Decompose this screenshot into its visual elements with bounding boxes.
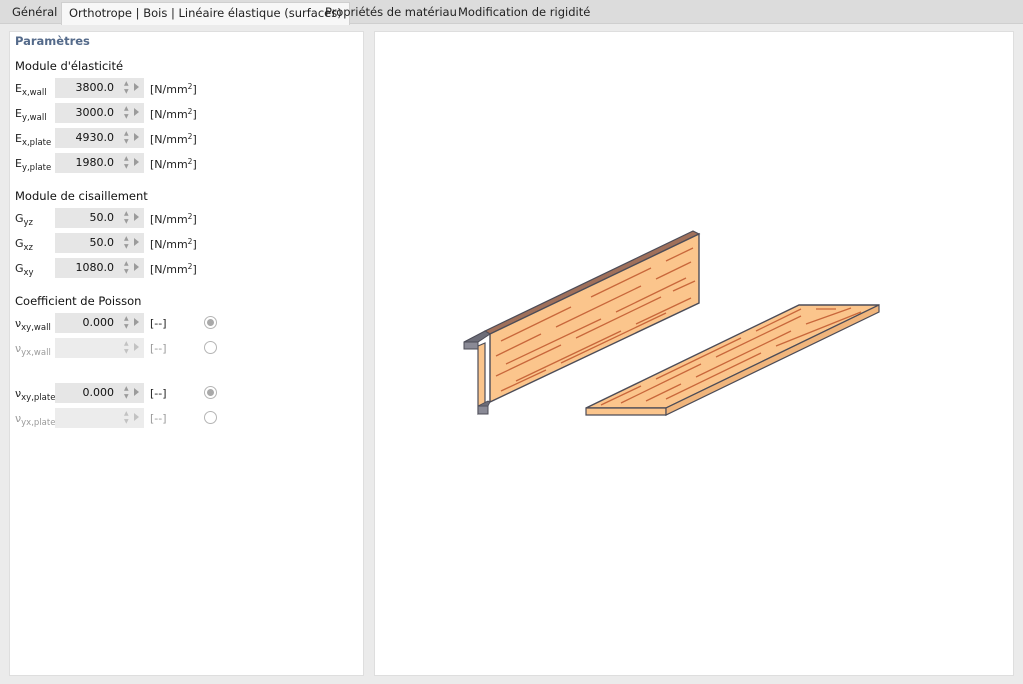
- nu-yx-plate-input[interactable]: ▲ ▼: [55, 408, 144, 428]
- unit-label: [N/mm2]: [150, 262, 197, 276]
- spinner-icon[interactable]: ▲ ▼: [122, 315, 132, 331]
- nu-yx-wall-radio[interactable]: [204, 341, 217, 354]
- arrow-right-icon[interactable]: [134, 263, 139, 271]
- unit-label: [--]: [150, 387, 167, 400]
- spinner-icon[interactable]: ▲ ▼: [122, 105, 132, 121]
- param-row-nu-yx-plate: νyx,plate ▲ ▼ [--]: [10, 408, 365, 428]
- spinner-icon[interactable]: ▲ ▼: [122, 80, 132, 96]
- unit-label: [N/mm2]: [150, 212, 197, 226]
- param-symbol: Ex,plate: [15, 132, 52, 148]
- arrow-right-icon[interactable]: [134, 343, 139, 351]
- param-row-gxy: Gxy 1080.0 ▲ ▼ [N/mm2]: [10, 258, 365, 278]
- param-symbol: νxy,plate: [15, 387, 56, 403]
- spinner-icon[interactable]: ▲ ▼: [122, 155, 132, 171]
- preview-panel: [374, 31, 1014, 676]
- spinner-icon[interactable]: ▲ ▼: [122, 210, 132, 226]
- parameters-panel: Paramètres Module d'élasticité Ex,wall 3…: [9, 31, 364, 676]
- param-symbol: Gyz: [15, 212, 34, 228]
- param-symbol: Ey,wall: [15, 107, 47, 123]
- gxz-input[interactable]: 50.0 ▲ ▼: [55, 233, 144, 253]
- arrow-right-icon[interactable]: [134, 83, 139, 91]
- ey-wall-input[interactable]: 3000.0 ▲ ▼: [55, 103, 144, 123]
- shear-group-label: Module de cisaillement: [15, 189, 148, 203]
- unit-label: [N/mm2]: [150, 132, 197, 146]
- tab-general[interactable]: Général: [5, 2, 64, 24]
- spinner-icon[interactable]: ▲ ▼: [122, 260, 132, 276]
- ex-plate-input[interactable]: 4930.0 ▲ ▼: [55, 128, 144, 148]
- param-symbol: νyx,wall: [15, 342, 51, 358]
- param-symbol: νyx,plate: [15, 412, 56, 428]
- arrow-right-icon[interactable]: [134, 318, 139, 326]
- unit-label: [N/mm2]: [150, 82, 197, 96]
- param-row-ex-plate: Ex,plate 4930.0 ▲ ▼ [N/mm2]: [10, 128, 365, 148]
- param-row-ey-plate: Ey,plate 1980.0 ▲ ▼ [N/mm2]: [10, 153, 365, 173]
- arrow-right-icon[interactable]: [134, 133, 139, 141]
- arrow-right-icon[interactable]: [134, 158, 139, 166]
- nu-xy-wall-radio[interactable]: [204, 316, 217, 329]
- unit-label: [--]: [150, 317, 167, 330]
- spinner-icon[interactable]: ▲ ▼: [122, 385, 132, 401]
- unit-label: [N/mm2]: [150, 237, 197, 251]
- tab-material-properties[interactable]: Propriétés de matériau: [318, 2, 464, 24]
- param-row-nu-yx-wall: νyx,wall ▲ ▼ [--]: [10, 338, 365, 358]
- param-row-ey-wall: Ey,wall 3000.0 ▲ ▼ [N/mm2]: [10, 103, 365, 123]
- arrow-right-icon[interactable]: [134, 238, 139, 246]
- spinner-icon[interactable]: ▲ ▼: [122, 235, 132, 251]
- ex-wall-input[interactable]: 3800.0 ▲ ▼: [55, 78, 144, 98]
- param-symbol: Gxy: [15, 262, 34, 278]
- param-row-nu-xy-plate: νxy,plate 0.000 ▲ ▼ [--]: [10, 383, 365, 403]
- param-row-ex-wall: Ex,wall 3800.0 ▲ ▼ [N/mm2]: [10, 78, 365, 98]
- nu-xy-plate-radio[interactable]: [204, 386, 217, 399]
- arrow-right-icon[interactable]: [134, 108, 139, 116]
- gyz-input[interactable]: 50.0 ▲ ▼: [55, 208, 144, 228]
- nu-yx-wall-input[interactable]: ▲ ▼: [55, 338, 144, 358]
- tab-orthotropic[interactable]: Orthotrope | Bois | Linéaire élastique (…: [61, 2, 350, 25]
- nu-xy-plate-input[interactable]: 0.000 ▲ ▼: [55, 383, 144, 403]
- nu-xy-wall-input[interactable]: 0.000 ▲ ▼: [55, 313, 144, 333]
- clt-panels-illustration-icon: [463, 230, 880, 416]
- section-title: Paramètres: [15, 34, 90, 48]
- param-row-nu-xy-wall: νxy,wall 0.000 ▲ ▼ [--]: [10, 313, 365, 333]
- param-symbol: Ey,plate: [15, 157, 52, 173]
- ey-plate-input[interactable]: 1980.0 ▲ ▼: [55, 153, 144, 173]
- unit-label: [N/mm2]: [150, 107, 197, 121]
- tab-stiffness-modification[interactable]: Modification de rigidité: [451, 2, 597, 24]
- spinner-icon[interactable]: ▲ ▼: [122, 410, 132, 426]
- param-symbol: νxy,wall: [15, 317, 51, 333]
- spinner-icon[interactable]: ▲ ▼: [122, 130, 132, 146]
- tab-bar: Général Orthotrope | Bois | Linéaire éla…: [0, 0, 1023, 25]
- unit-label: [N/mm2]: [150, 157, 197, 171]
- arrow-right-icon[interactable]: [134, 388, 139, 396]
- poisson-group-label: Coefficient de Poisson: [15, 294, 142, 308]
- arrow-right-icon[interactable]: [134, 413, 139, 421]
- unit-label: [--]: [150, 342, 167, 355]
- param-symbol: Gxz: [15, 237, 34, 253]
- unit-label: [--]: [150, 412, 167, 425]
- param-symbol: Ex,wall: [15, 82, 47, 98]
- spinner-icon[interactable]: ▲ ▼: [122, 340, 132, 356]
- arrow-right-icon[interactable]: [134, 213, 139, 221]
- param-row-gyz: Gyz 50.0 ▲ ▼ [N/mm2]: [10, 208, 365, 228]
- nu-yx-plate-radio[interactable]: [204, 411, 217, 424]
- elasticity-group-label: Module d'élasticité: [15, 59, 124, 73]
- param-row-gxz: Gxz 50.0 ▲ ▼ [N/mm2]: [10, 233, 365, 253]
- gxy-input[interactable]: 1080.0 ▲ ▼: [55, 258, 144, 278]
